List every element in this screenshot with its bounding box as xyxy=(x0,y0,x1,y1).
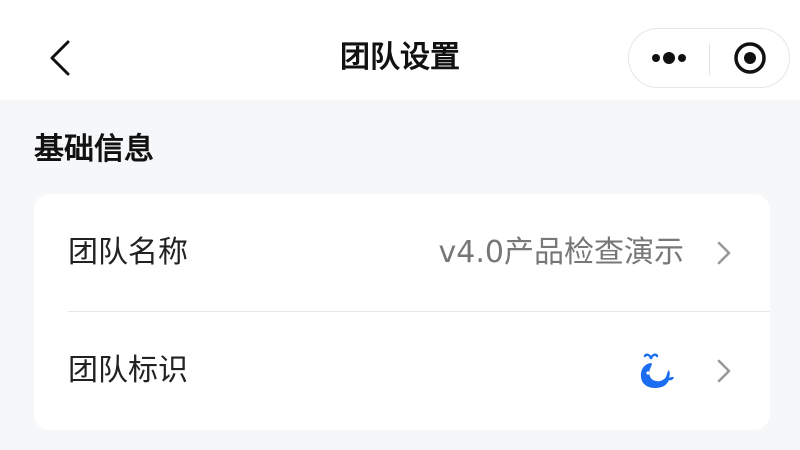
team-logo-row[interactable]: 团队标识 xyxy=(34,312,770,430)
team-name-label: 团队名称 xyxy=(68,235,188,270)
whale-logo-icon xyxy=(640,353,674,389)
settings-card: 团队名称 v4.0产品检查演示 团队标识 xyxy=(34,194,770,430)
navigation-bar: 团队设置 xyxy=(0,0,800,100)
miniprogram-capsule xyxy=(628,28,790,88)
team-logo-label: 团队标识 xyxy=(68,353,188,388)
more-dots-icon xyxy=(652,52,686,64)
chevron-right-icon xyxy=(717,241,731,265)
close-miniprogram-button[interactable] xyxy=(710,29,790,87)
team-name-row[interactable]: 团队名称 v4.0产品检查演示 xyxy=(34,194,770,312)
section-title: 基础信息 xyxy=(34,132,154,167)
chevron-right-icon xyxy=(717,359,731,383)
more-button[interactable] xyxy=(629,29,709,87)
team-name-value: v4.0产品检查演示 xyxy=(438,235,684,270)
target-circle-icon xyxy=(734,42,766,74)
